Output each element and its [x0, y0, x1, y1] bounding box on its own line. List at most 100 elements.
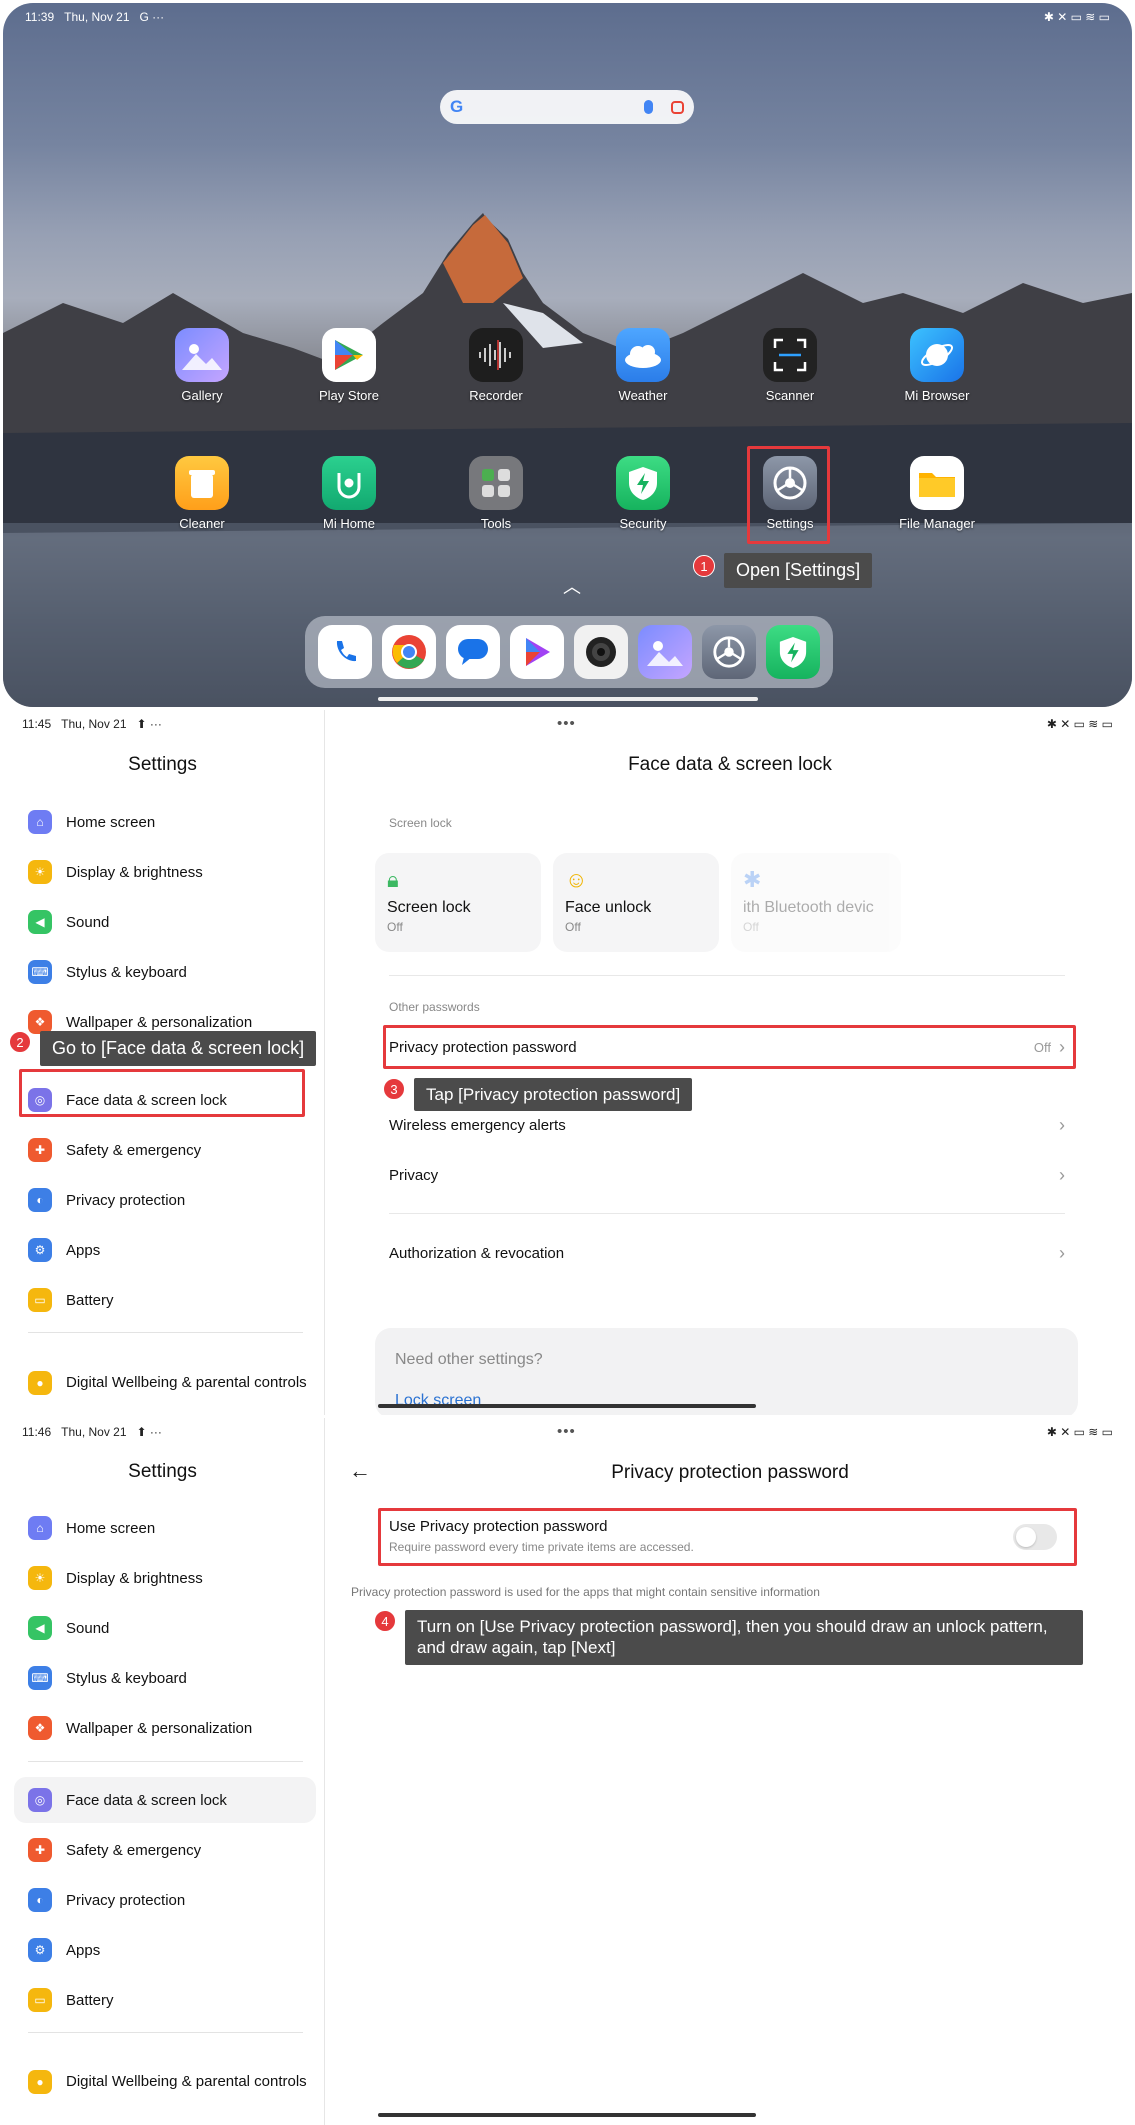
sidebar-item-display[interactable]: ☀ Display & brightness [14, 1555, 316, 1601]
app-label: Cleaner [179, 516, 225, 531]
fingerprint-icon: ◎ [28, 1788, 52, 1812]
status-extra: ⬆ ··· [136, 717, 162, 731]
sidebar-item-label: Apps [66, 1241, 101, 1259]
app-label: Weather [618, 388, 668, 403]
sidebar-item-stylus-keyboard[interactable]: ⌨ Stylus & keyboard [14, 949, 316, 995]
sidebar-item-safety[interactable]: ✚ Safety & emergency [14, 1827, 316, 1873]
app-label: Scanner [765, 388, 815, 403]
security-icon[interactable] [766, 625, 820, 679]
app-mi-home[interactable]: Mi Home [294, 456, 404, 531]
step-3-badge: 3 [383, 1078, 405, 1100]
sidebar-item-safety[interactable]: ✚ Safety & emergency [14, 1127, 316, 1173]
sidebar-item-privacy[interactable]: ◐ Privacy protection [14, 1877, 316, 1923]
app-gallery[interactable]: Gallery [147, 328, 257, 403]
sidebar-item-battery[interactable]: ▭ Battery [14, 1277, 316, 1323]
privacy-icon: ◐ [28, 1188, 52, 1212]
more-dots-icon[interactable]: ••• [557, 715, 576, 732]
camera-icon[interactable] [574, 625, 628, 679]
sidebar-item-home-screen[interactable]: ⌂ Home screen [14, 1505, 316, 1551]
sidebar-item-sound[interactable]: ◀ Sound [14, 899, 316, 945]
app-label: Recorder [469, 388, 523, 403]
battery-icon: ▭ [28, 1288, 52, 1312]
card-status: Off [387, 920, 403, 934]
privacy-icon: ◐ [28, 1888, 52, 1912]
sidebar-item-label: Battery [66, 1991, 114, 2009]
security-icon [616, 456, 670, 510]
step-2-tooltip: Go to [Face data & screen lock] [40, 1031, 317, 1066]
settings-face-data-screen: 11:45 Thu, Nov 21 ⬆ ··· ✱ ✕ ▭ ≋ ▭ ••• Se… [0, 710, 1135, 1415]
app-scanner[interactable]: Scanner [735, 328, 845, 403]
status-date: Thu, Nov 21 [61, 1425, 127, 1439]
scanner-icon [763, 328, 817, 382]
apps-icon: ⚙ [28, 1938, 52, 1962]
app-label: Mi Browser [904, 388, 970, 403]
play-games-icon[interactable] [510, 625, 564, 679]
sidebar-item-stylus-keyboard[interactable]: ⌨ Stylus & keyboard [14, 1655, 316, 1701]
sidebar-item-label: Apps [66, 1941, 101, 1959]
app-recorder[interactable]: Recorder [441, 328, 551, 403]
card-screen-lock[interactable]: 🔒︎ Screen lock Off [375, 853, 541, 952]
app-security[interactable]: Security [588, 456, 698, 531]
google-search-bar[interactable]: G [440, 90, 694, 124]
sidebar-item-digital-wellbeing[interactable]: ● Digital Wellbeing & parental controls [14, 2054, 316, 2110]
highlight-settings [747, 446, 830, 544]
card-face-unlock[interactable]: ☺ Face unlock Off [553, 853, 719, 952]
row-privacy[interactable]: Privacy › [389, 1151, 1065, 1199]
page-title: Face data & screen lock [628, 754, 832, 775]
gesture-bar[interactable] [378, 2113, 756, 2117]
gesture-bar[interactable] [378, 1404, 756, 1408]
card-status: Off [743, 920, 759, 934]
app-tools[interactable]: Tools [441, 456, 551, 531]
wellbeing-icon: ● [28, 2070, 52, 2094]
status-extra: ⬆ ··· [136, 1425, 162, 1439]
app-file-manager[interactable]: File Manager [882, 456, 992, 531]
gallery-icon[interactable] [638, 625, 692, 679]
app-weather[interactable]: Weather [588, 328, 698, 403]
row-wireless-alerts[interactable]: Wireless emergency alerts › [389, 1101, 1065, 1149]
sidebar-item-apps[interactable]: ⚙ Apps [14, 1227, 316, 1273]
messages-icon[interactable] [446, 625, 500, 679]
app-mi-browser[interactable]: Mi Browser [882, 328, 992, 403]
battery-icon: ▭ [28, 1988, 52, 2012]
card-title: Face unlock [565, 899, 652, 916]
lock-icon: 🔒︎ [387, 867, 399, 892]
face-icon: ☺ [565, 867, 588, 892]
dock [305, 616, 833, 688]
app-play-store[interactable]: Play Store [294, 328, 404, 403]
sidebar-item-face-data[interactable]: ◎ Face data & screen lock [14, 1777, 316, 1823]
sidebar-item-battery[interactable]: ▭ Battery [14, 1977, 316, 2023]
play-store-icon [322, 328, 376, 382]
app-label: Tools [480, 516, 512, 531]
row-authorization[interactable]: Authorization & revocation › [389, 1229, 1065, 1277]
highlight-face-data [19, 1069, 305, 1117]
mic-icon[interactable] [644, 100, 653, 114]
card-bluetooth-unlock[interactable]: ✱ ith Bluetooth devic Off [731, 853, 901, 952]
chrome-icon[interactable] [382, 625, 436, 679]
card-title: ith Bluetooth devic [743, 899, 874, 916]
sidebar-item-label: Home screen [66, 1519, 156, 1537]
sidebar-item-privacy[interactable]: ◐ Privacy protection [14, 1177, 316, 1223]
app-cleaner[interactable]: Cleaner [147, 456, 257, 531]
status-bar-left: 11:39 Thu, Nov 21 G ··· [25, 10, 164, 24]
gesture-bar[interactable] [378, 697, 758, 701]
status-icons: ✱ ✕ ▭ ≋ ▭ [1043, 10, 1110, 24]
sidebar-item-digital-wellbeing[interactable]: ● Digital Wellbeing & parental controls [14, 1355, 316, 1411]
app-label: File Manager [899, 516, 975, 531]
sidebar-divider [28, 1761, 303, 1762]
sidebar-item-home-screen[interactable]: ⌂ Home screen [14, 799, 316, 845]
chevron-up-icon[interactable]: ︿ [563, 573, 581, 599]
home-icon: ⌂ [28, 1516, 52, 1540]
lens-icon[interactable] [671, 100, 684, 114]
sidebar-item-display[interactable]: ☀ Display & brightness [14, 849, 316, 895]
weather-icon [616, 328, 670, 382]
sidebar-item-apps[interactable]: ⚙ Apps [14, 1927, 316, 1973]
sidebar-item-wallpaper[interactable]: ❖ Wallpaper & personalization [14, 1705, 316, 1751]
keyboard-icon: ⌨ [28, 960, 52, 984]
settings-icon[interactable] [702, 625, 756, 679]
phone-icon[interactable] [318, 625, 372, 679]
sidebar-title: Settings [128, 1461, 197, 1482]
sidebar-item-sound[interactable]: ◀ Sound [14, 1605, 316, 1651]
more-dots-icon[interactable]: ••• [557, 1423, 576, 1440]
wallpaper-icon: ❖ [28, 1716, 52, 1740]
sun-icon: ☀ [28, 1566, 52, 1590]
